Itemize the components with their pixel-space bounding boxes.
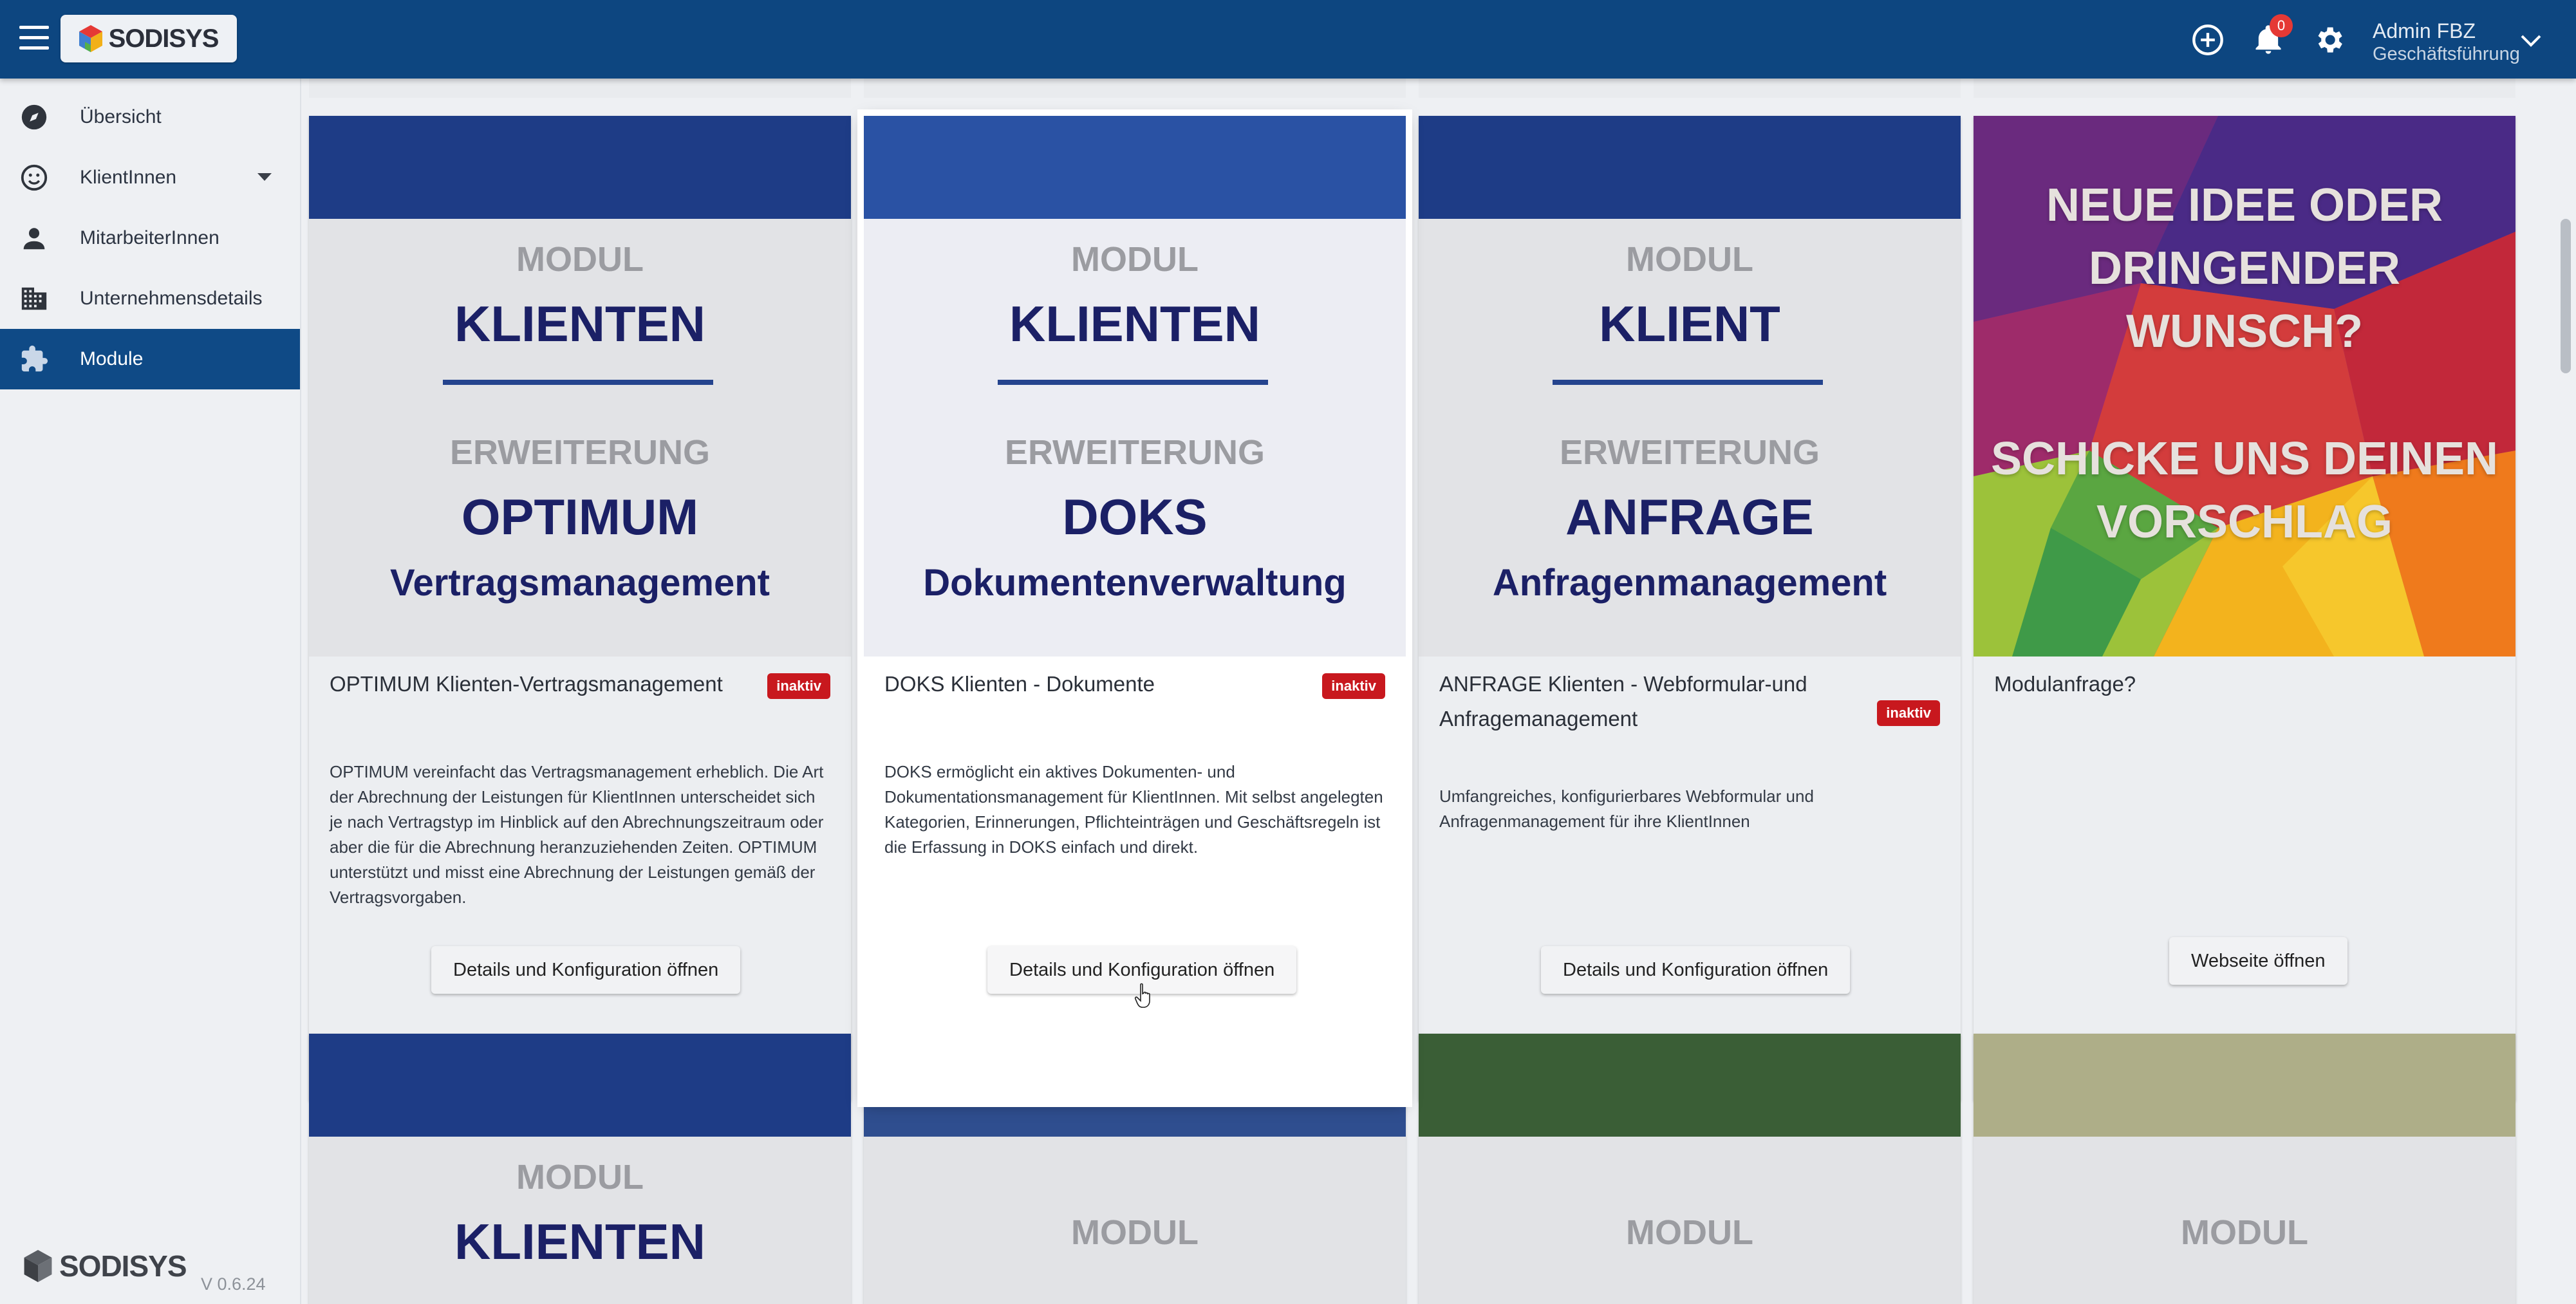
sidebar-item-mitarbeiterinnen[interactable]: MitarbeiterInnen [0,208,300,268]
card-title: OPTIMUM Klienten-Vertragsmanagement [330,672,723,696]
request-subheadline: SCHICKE UNS DEINEN VORSCHLAG [1990,433,2499,548]
building-icon [21,287,47,310]
banner-modul: MODUL [1071,240,1199,279]
banner-module-name: KLIENT [1599,295,1780,352]
banner-extension-name: ANFRAGE [1565,489,1814,545]
banner-divider [443,380,713,385]
previous-card-edge [1974,79,2515,98]
module-request-card: NEUE IDEE ODER DRINGENDER WUNSCH? SCHICK… [1974,116,2515,1101]
user-role: Geschäftsführung [2373,44,2520,64]
open-details-button[interactable]: Details und Konfiguration öffnen [431,946,741,994]
open-website-button[interactable]: Webseite öffnen [2169,937,2347,985]
previous-card-edge [1419,79,1961,98]
status-badge: inaktiv [1877,700,1940,726]
open-details-button[interactable]: Details und Konfiguration öffnen [1541,946,1851,994]
sidebar: Übersicht KlientInnen MitarbeiterInnen U… [0,79,301,1304]
footer-logo: SODISYS [23,1249,187,1283]
compass-icon [21,104,47,130]
banner-description: Vertragsmanagement [390,562,770,604]
card-banner: MODUL [864,1137,1406,1304]
card-header [1419,116,1961,219]
sidebar-item-klientinnen[interactable]: KlientInnen [0,147,300,208]
sodisys-cube-icon [24,1250,52,1282]
user-name[interactable]: Admin FBZ [2373,19,2476,43]
sidebar-item-label: Übersicht [80,106,162,127]
banner-module-name: KLIENTEN [1009,295,1260,352]
card-header [1974,1034,2515,1137]
puzzle-icon [21,345,48,372]
previous-card-edge [864,79,1406,98]
request-headline: NEUE IDEE ODER DRINGENDER WUNSCH? [2046,180,2443,357]
module-card-doks: MODUL KLIENTEN ERWEITERUNG DOKS Dokument… [864,116,1406,1101]
module-card-optimum: MODUL KLIENTEN ERWEITERUNG OPTIMUM Vertr… [309,116,851,1101]
sidebar-item-label: KlientInnen [80,167,177,188]
card-description: DOKS ermöglicht ein aktives Dokumenten- … [884,762,1383,857]
footer-logo-text: SODISYS [59,1249,187,1283]
top-app-bar: SODISYS 0 Admin FBZ Geschäftsführung [0,0,2576,79]
status-badge: inaktiv [1322,673,1385,699]
hand-cursor-icon [1134,983,1150,1008]
chevron-down-icon[interactable] [2518,31,2544,50]
card-banner: MODUL KLIENT ERWEITERUNG ANFRAGE Anfrage… [1419,219,1961,657]
expand-caret-icon[interactable] [257,173,272,181]
banner-modul: MODUL [1626,240,1753,279]
banner-description: Anfragenmanagement [1492,562,1887,604]
card-header [309,116,851,219]
logo-text: SODISYS [108,24,219,53]
card-banner: MODUL [1974,1137,2515,1304]
banner-module-name: KLIENTEN [454,295,705,352]
card-description: Umfangreiches, konfigurierbares Webformu… [1439,787,1814,831]
banner-erweiterung: ERWEITERUNG [449,433,711,472]
settings-gear-icon[interactable] [2312,23,2346,57]
card-title: Modulanfrage? [1994,672,2136,696]
banner-modul: MODUL [1626,1213,1753,1252]
card-title: DOKS Klienten - Dokumente [884,672,1155,696]
card-header [309,1034,851,1137]
sidebar-item-label: Module [80,348,144,369]
card-banner: MODUL KLIENTEN [309,1137,851,1304]
banner-divider [998,380,1268,385]
card-banner: MODUL [1419,1137,1961,1304]
app-logo-button[interactable]: SODISYS [61,15,237,62]
banner-extension-name: OPTIMUM [461,489,699,545]
module-card: MODUL [1419,1034,1961,1304]
banner-description: Dokumentenverwaltung [923,562,1347,604]
sidebar-item-label: MitarbeiterInnen [80,227,219,248]
scrollbar-thumb[interactable] [2561,219,2571,373]
banner-erweiterung: ERWEITERUNG [1004,433,1265,472]
banner-modul: MODUL [1071,1213,1199,1252]
menu-icon[interactable] [19,26,49,51]
previous-card-edge [309,79,851,98]
smiley-icon [21,164,48,191]
sidebar-item-module[interactable]: Module [0,329,300,389]
banner-modul: MODUL [2181,1213,2308,1252]
card-description: OPTIMUM vereinfacht das Vertragsmanageme… [330,762,824,907]
banner-divider [1553,380,1823,385]
card-header [1419,1034,1961,1137]
banner-erweiterung: ERWEITERUNG [1559,433,1820,472]
modules-grid: MODUL KLIENTEN ERWEITERUNG OPTIMUM Vertr… [301,79,2576,1304]
sidebar-item-uebersicht[interactable]: Übersicht [0,87,300,147]
banner-modul: MODUL [516,240,644,279]
card-banner: MODUL KLIENTEN ERWEITERUNG DOKS Dokument… [864,219,1406,657]
person-icon [23,228,45,250]
card-title: ANFRAGE Klienten - Webformular-und Anfra… [1439,672,1807,731]
module-card-anfrage: MODUL KLIENT ERWEITERUNG ANFRAGE Anfrage… [1419,116,1961,1101]
sodisys-cube-icon [79,25,102,52]
card-header [864,116,1406,219]
module-card: MODUL [1974,1034,2515,1304]
card-banner: MODUL KLIENTEN ERWEITERUNG OPTIMUM Vertr… [309,219,851,657]
banner-module-name: KLIENTEN [454,1213,705,1270]
sidebar-item-label: Unternehmensdetails [80,288,263,309]
module-card: MODUL KLIENTEN [309,1034,851,1304]
banner-modul: MODUL [516,1158,644,1197]
add-circle-icon[interactable] [2191,23,2225,57]
app-version: V 0.6.24 [201,1274,266,1294]
notification-count-badge: 0 [2270,14,2293,37]
status-badge: inaktiv [767,673,830,699]
sidebar-item-unternehmensdetails[interactable]: Unternehmensdetails [0,268,300,329]
banner-extension-name: DOKS [1062,489,1208,545]
